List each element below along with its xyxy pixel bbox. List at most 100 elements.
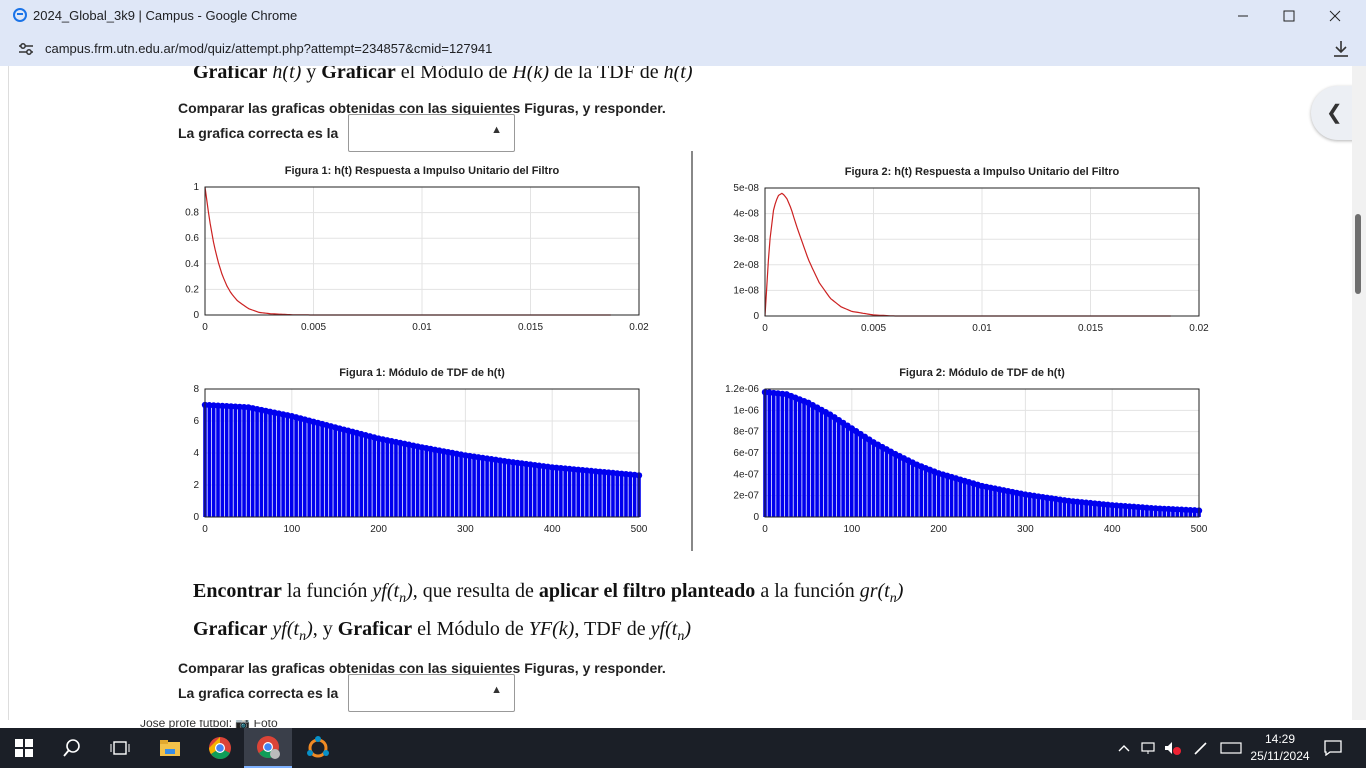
title-bar: 2024_Global_3k9 | Campus - Google Chrome <box>0 0 1366 32</box>
x-tick-label: 200 <box>930 524 947 535</box>
x-tick-label: 300 <box>457 524 474 535</box>
figures-panel: Figura 1: h(t) Respuesta a Impulso Unita… <box>185 165 1209 535</box>
x-tick-label: 500 <box>631 524 648 535</box>
series-line <box>204 186 611 316</box>
y-tick-label: 1e-08 <box>733 285 759 296</box>
peek-text: Jose profe fútbol: 📷 Foto <box>140 720 278 728</box>
keyboard-icon <box>1220 742 1242 754</box>
show-hidden-icons-button[interactable] <box>1116 728 1132 768</box>
start-button[interactable] <box>0 728 48 768</box>
y-tick-label: 1.2e-06 <box>725 384 759 395</box>
close-button[interactable] <box>1312 0 1358 32</box>
task-view-button[interactable] <box>96 728 144 768</box>
taskbar-clock[interactable]: 14:29 25/11/2024 <box>1245 731 1315 765</box>
chrome-icon <box>209 737 231 759</box>
chrome-taskbar-button[interactable] <box>196 728 244 768</box>
volume-muted-icon <box>1165 742 1181 755</box>
y-tick-label: 2e-08 <box>733 260 759 271</box>
x-tick-label: 100 <box>283 524 300 535</box>
section2-line1: Encontrar la función yf(tn), que resulta… <box>193 580 904 606</box>
scrollbar-thumb[interactable] <box>1355 214 1361 294</box>
y-tick-label: 0.2 <box>185 284 199 295</box>
app-taskbar-button[interactable] <box>294 728 342 768</box>
x-tick-label: 0 <box>762 323 768 334</box>
y-tick-label: 0 <box>753 512 759 523</box>
x-tick-label: 0.005 <box>861 323 886 334</box>
page-scrollbar[interactable] <box>1352 66 1366 720</box>
figures-divider <box>691 151 693 551</box>
url-field[interactable]: campus.frm.utn.edu.ar/mod/quiz/attempt.p… <box>45 41 492 56</box>
x-tick-label: 0.005 <box>301 322 326 333</box>
file-explorer-button[interactable] <box>146 728 194 768</box>
y-tick-label: 1 <box>193 182 199 193</box>
clock-time: 14:29 <box>1264 732 1296 746</box>
y-tick-label: 8 <box>193 384 199 395</box>
x-tick-label: 0.02 <box>629 322 649 333</box>
y-tick-label: 8e-07 <box>733 427 759 438</box>
x-tick-label: 0.01 <box>412 322 432 333</box>
search-icon <box>63 739 80 757</box>
pen-icon <box>1194 742 1207 755</box>
x-tick-label: 0 <box>202 322 208 333</box>
site-settings-icon[interactable] <box>18 42 34 56</box>
x-tick-label: 300 <box>1017 524 1034 535</box>
x-tick-label: 100 <box>843 524 860 535</box>
notifications-button[interactable] <box>1320 728 1346 768</box>
volume-tray-icon[interactable] <box>1162 728 1184 768</box>
y-tick-label: 0.6 <box>185 233 199 244</box>
y-tick-label: 0 <box>193 512 199 523</box>
chart-title: Figura 1: h(t) Respuesta a Impulso Unita… <box>285 165 560 177</box>
keyboard-tray-icon[interactable] <box>1218 728 1244 768</box>
y-tick-label: 4e-08 <box>733 209 759 220</box>
address-bar: campus.frm.utn.edu.ar/mod/quiz/attempt.p… <box>0 32 1366 66</box>
y-tick-label: 0 <box>753 311 759 322</box>
chrome-profile-icon <box>257 736 280 759</box>
chart-title: Figura 1: Módulo de TDF de h(t) <box>339 367 505 379</box>
background-chat-peek: Jose profe fútbol: 📷 Foto <box>60 720 480 728</box>
y-tick-label: 0.8 <box>185 208 199 219</box>
section2-answer-select[interactable]: ▲ <box>348 674 515 712</box>
maximize-icon <box>1283 10 1295 22</box>
section2-answer-label: La grafica correcta es la <box>178 685 339 701</box>
y-tick-label: 5e-08 <box>733 183 759 194</box>
network-icon <box>1141 742 1155 754</box>
clock-date: 25/11/2024 <box>1250 749 1310 763</box>
y-tick-label: 3e-08 <box>733 234 759 245</box>
maximize-button[interactable] <box>1266 0 1312 32</box>
x-tick-label: 0 <box>762 524 768 535</box>
chart-figure-1: Figura 1: h(t) Respuesta a Impulso Unita… <box>185 165 649 333</box>
y-tick-label: 4 <box>193 448 199 459</box>
x-tick-label: 0.02 <box>1189 323 1209 334</box>
x-tick-label: 0.01 <box>972 323 992 334</box>
taskbar: 14:29 25/11/2024 <box>0 728 1366 768</box>
y-tick-label: 0 <box>193 310 199 321</box>
y-tick-label: 6e-07 <box>733 448 759 459</box>
y-tick-label: 6 <box>193 416 199 427</box>
chrome-active-taskbar-button[interactable] <box>244 728 292 768</box>
x-tick-label: 200 <box>370 524 387 535</box>
chart-figure-3: Figura 1: Módulo de TDF de h(t) 0 100 200 30… <box>193 367 647 535</box>
download-icon[interactable] <box>1330 38 1352 60</box>
search-button[interactable] <box>48 728 96 768</box>
chart-title: Figura 2: Módulo de TDF de h(t) <box>899 367 1065 379</box>
x-tick-label: 400 <box>544 524 561 535</box>
x-tick-label: 400 <box>1104 524 1121 535</box>
chart-figure-2: Figura 2: h(t) Respuesta a Impulso Unita… <box>733 166 1209 334</box>
y-tick-label: 1e-06 <box>733 405 759 416</box>
section2-line2: Graficar yf(tn), y Graficar el Módulo de… <box>193 618 691 644</box>
series-line <box>764 192 1171 317</box>
window-title: 2024_Global_3k9 | Campus - Google Chrome <box>33 8 298 23</box>
chart-figure-4: Figura 2: Módulo de TDF de h(t) 0 100 200 30… <box>725 367 1208 535</box>
chart-title: Figura 2: h(t) Respuesta a Impulso Unita… <box>845 166 1120 178</box>
y-tick-label: 2e-07 <box>733 491 759 502</box>
minimize-button[interactable] <box>1220 0 1266 32</box>
folder-icon <box>160 740 180 756</box>
notification-icon <box>1324 740 1342 756</box>
minimize-icon <box>1238 15 1248 17</box>
windows-logo-icon <box>15 739 33 757</box>
pen-tray-icon[interactable] <box>1190 728 1212 768</box>
network-tray-icon[interactable] <box>1138 728 1160 768</box>
y-tick-label: 2 <box>193 480 199 491</box>
x-tick-label: 0 <box>202 524 208 535</box>
octave-icon <box>307 736 329 758</box>
